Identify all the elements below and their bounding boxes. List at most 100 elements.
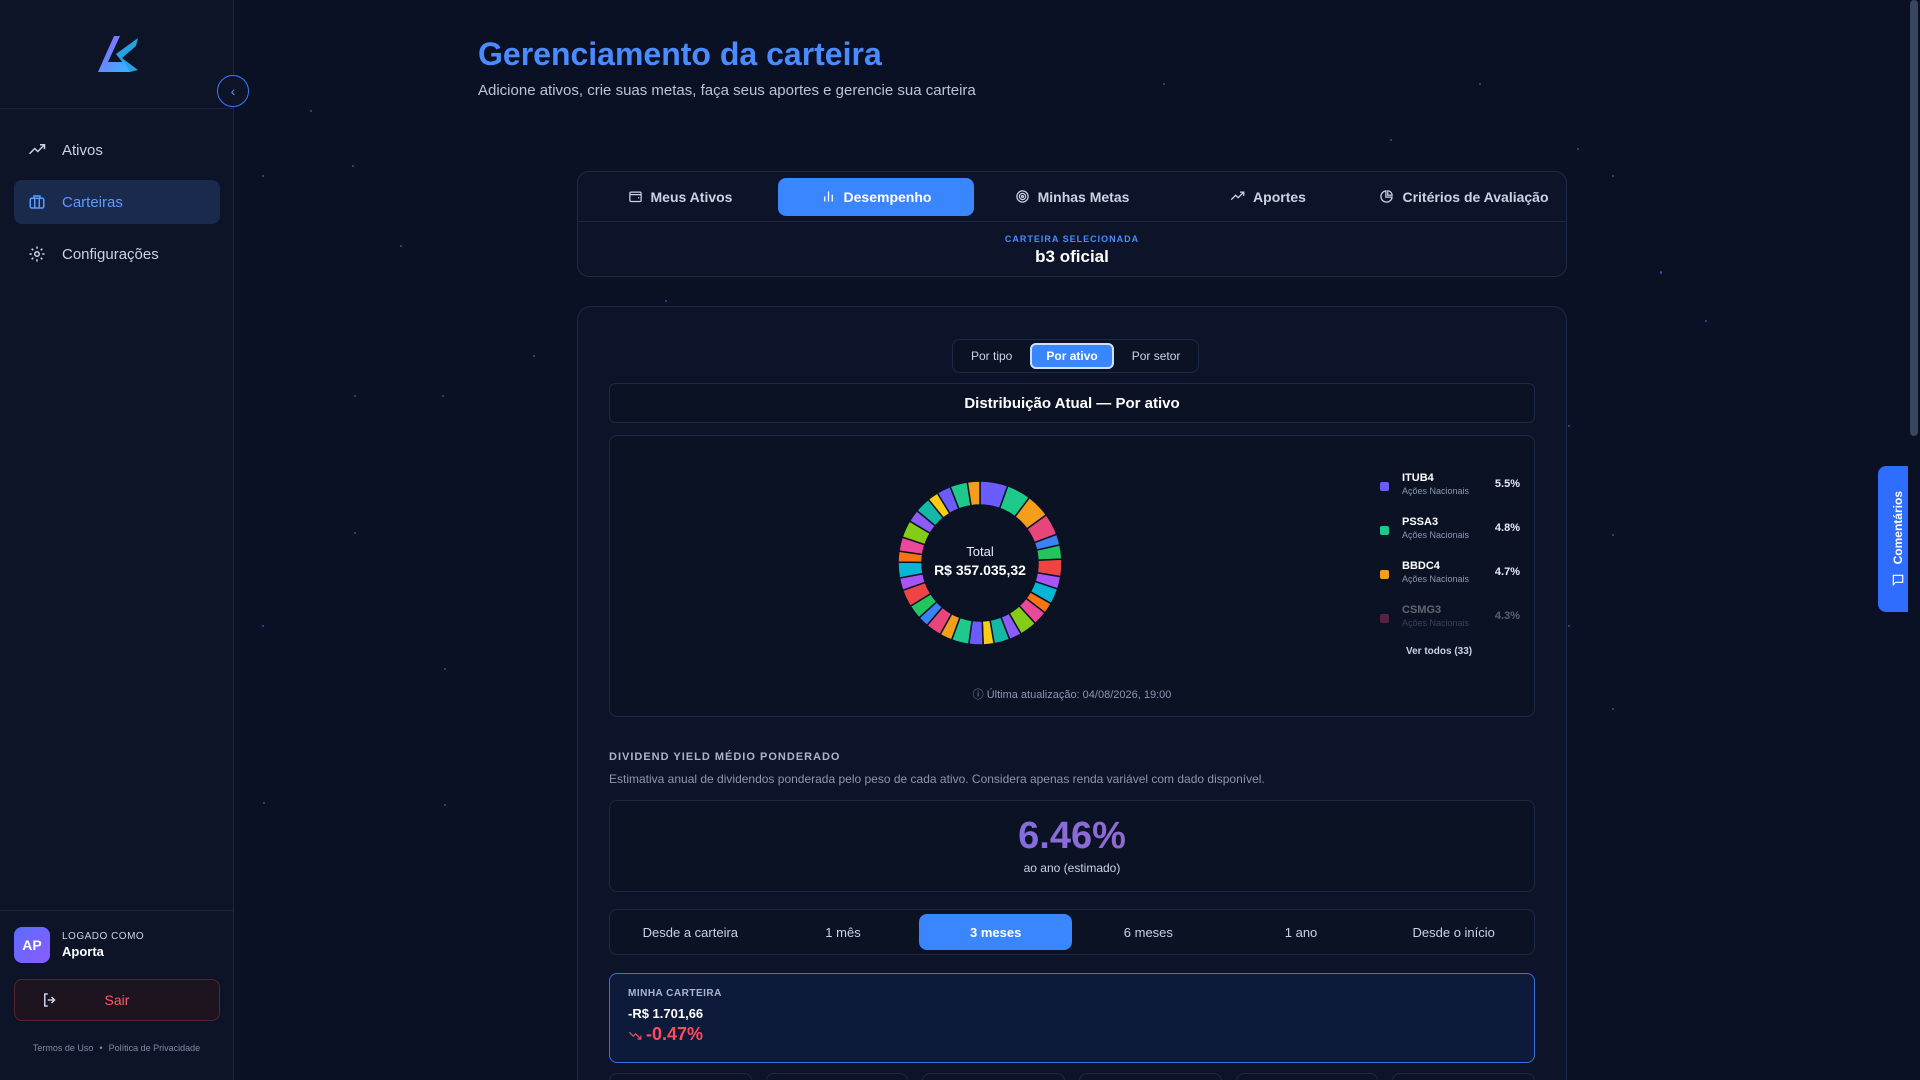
star <box>665 300 667 302</box>
segment-por-setor[interactable]: Por setor <box>1118 343 1195 369</box>
dividend-yield-box: 6.46% ao ano (estimado) <box>609 800 1535 892</box>
legend-item[interactable]: CSMG3 Ações Nacionais 4.3% <box>1380 604 1520 648</box>
legend-percent: 5.5% <box>1494 478 1520 490</box>
star <box>354 532 356 534</box>
avatar: AP <box>14 927 50 963</box>
star <box>444 804 446 806</box>
collapse-sidebar-button[interactable]: ‹ <box>217 75 249 107</box>
star <box>310 110 312 112</box>
scrollbar-thumb[interactable] <box>1910 0 1918 436</box>
feedback-label: Comentários <box>1891 491 1905 565</box>
segment-por-tipo[interactable]: Por tipo <box>957 343 1026 369</box>
trending-up-icon <box>1230 191 1245 201</box>
dividend-yield-description: Estimativa anual de dividendos ponderada… <box>609 772 1265 786</box>
legend-percent: 4.7% <box>1494 566 1520 578</box>
star <box>1660 271 1662 273</box>
tab-criterios[interactable]: Critérios de Avaliação <box>1366 178 1562 216</box>
dividend-yield-value: 6.46% <box>610 815 1534 858</box>
app-logo-icon[interactable] <box>94 32 140 74</box>
comparison-card <box>1235 1073 1379 1080</box>
comment-icon <box>1892 574 1904 586</box>
tab-label: Meus Ativos <box>650 188 733 205</box>
last-update-note: ⓘ Última atualização: 04/08/2026, 19:00 <box>610 686 1534 702</box>
legend-name: ITUB4 <box>1402 472 1434 484</box>
legal-links: Termos de Uso • Política de Privacidade <box>14 1043 219 1053</box>
distribution-chart-box: Total R$ 357.035,32 ITUB4 Ações Nacionais… <box>609 435 1535 717</box>
comparison-card <box>609 1073 752 1080</box>
legend-percent: 4.3% <box>1494 610 1520 622</box>
comparison-cards <box>609 1073 1536 1080</box>
legend-swatch <box>1380 570 1389 579</box>
selected-wallet-name: b3 oficial <box>1035 247 1109 266</box>
legend-swatch <box>1380 482 1389 491</box>
sidebar-item-label: Carteiras <box>62 193 123 211</box>
tab-desempenho[interactable]: Desempenho <box>778 177 974 216</box>
star <box>1390 139 1392 141</box>
legend-name: PSSA3 <box>1402 516 1439 528</box>
selected-wallet-label: CARTEIRA SELECIONADA <box>1004 234 1140 244</box>
tab-label: Minhas Metas <box>1037 188 1130 205</box>
distribution-title: Distribuição Atual — Por ativo <box>609 383 1535 423</box>
star <box>1612 534 1614 536</box>
tab-label: Aportes <box>1253 188 1306 205</box>
period-selector: Desde a carteira 1 mês 3 meses 6 meses 1… <box>609 909 1535 955</box>
comparison-card <box>1079 1073 1222 1080</box>
star <box>442 395 444 397</box>
legend-item[interactable]: BBDC4 Ações Nacionais 4.7% <box>1380 560 1520 604</box>
terms-link[interactable]: Termos de Uso <box>33 1043 94 1053</box>
page-subtitle: Adicione ativos, crie suas metas, faça s… <box>478 82 976 99</box>
segment-por-ativo[interactable]: Por ativo <box>1030 343 1114 369</box>
page-title: Gerenciamento da carteira <box>478 36 882 72</box>
star <box>533 355 535 357</box>
tab-meus-ativos[interactable]: Meus Ativos <box>582 178 778 216</box>
star <box>354 395 356 397</box>
trending-up-icon <box>28 144 46 155</box>
briefcase-icon <box>29 195 45 209</box>
period-1-ano[interactable]: 1 ano <box>1225 914 1378 950</box>
legend-sub: Ações Nacionais <box>1402 574 1470 584</box>
star <box>352 165 354 167</box>
performance-percent-value: -0.47% <box>646 1024 704 1044</box>
see-all-button[interactable]: Ver todos (33) <box>1406 646 1472 657</box>
sidebar-item-ativos[interactable]: Ativos <box>14 128 220 172</box>
legend-name: CSMG3 <box>1402 604 1442 616</box>
star <box>262 625 264 627</box>
tabs-card: Meus Ativos Desempenho Minhas Metas Apor… <box>577 171 1567 277</box>
privacy-link[interactable]: Política de Privacidade <box>109 1043 201 1053</box>
legal-separator: • <box>99 1043 103 1053</box>
last-update-text: Última atualização: 04/08/2026, 19:00 <box>986 689 1172 701</box>
star <box>1705 320 1707 322</box>
star <box>1568 625 1570 627</box>
star <box>1479 83 1481 85</box>
legend-sub: Ações Nacionais <box>1402 530 1470 540</box>
user-box: AP LOGADO COMO Aporta Sair Termos de Uso… <box>0 910 233 1053</box>
sidebar: Ativos Carteiras Configurações AP LOGADO… <box>0 0 234 1080</box>
period-desde-inicio[interactable]: Desde o início <box>1377 914 1530 950</box>
period-6-meses[interactable]: 6 meses <box>1072 914 1225 950</box>
sidebar-nav: Ativos Carteiras Configurações <box>14 128 220 284</box>
star <box>263 802 265 804</box>
star <box>1612 175 1614 177</box>
pie-chart-icon <box>1380 190 1394 203</box>
legend-item[interactable]: ITUB4 Ações Nacionais 5.5% <box>1380 472 1520 516</box>
tab-aportes[interactable]: Aportes <box>1170 178 1366 216</box>
dividend-yield-sub: ao ano (estimado) <box>1023 861 1121 875</box>
logout-button[interactable]: Sair <box>14 979 220 1021</box>
sidebar-item-configuracoes[interactable]: Configurações <box>14 232 220 276</box>
gear-icon <box>29 246 45 262</box>
my-wallet-performance: MINHA CARTEIRA -R$ 1.701,66 -0.47% <box>609 973 1535 1063</box>
performance-label: MINHA CARTEIRA <box>628 988 722 999</box>
period-1-mes[interactable]: 1 mês <box>767 914 920 950</box>
sidebar-item-carteiras[interactable]: Carteiras <box>14 180 220 224</box>
user-name: Aporta <box>62 944 104 959</box>
period-3-meses[interactable]: 3 meses <box>919 914 1073 950</box>
page-scrollbar[interactable] <box>1908 0 1920 1080</box>
legend-item[interactable]: PSSA3 Ações Nacionais 4.8% <box>1380 516 1520 560</box>
comparison-card <box>1392 1073 1536 1080</box>
tab-minhas-metas[interactable]: Minhas Metas <box>974 178 1170 216</box>
legend-swatch <box>1380 614 1389 623</box>
period-desde-carteira[interactable]: Desde a carteira <box>614 914 767 950</box>
sidebar-divider <box>0 108 233 109</box>
performance-amount: -R$ 1.701,66 <box>628 1006 704 1021</box>
star <box>262 175 264 177</box>
